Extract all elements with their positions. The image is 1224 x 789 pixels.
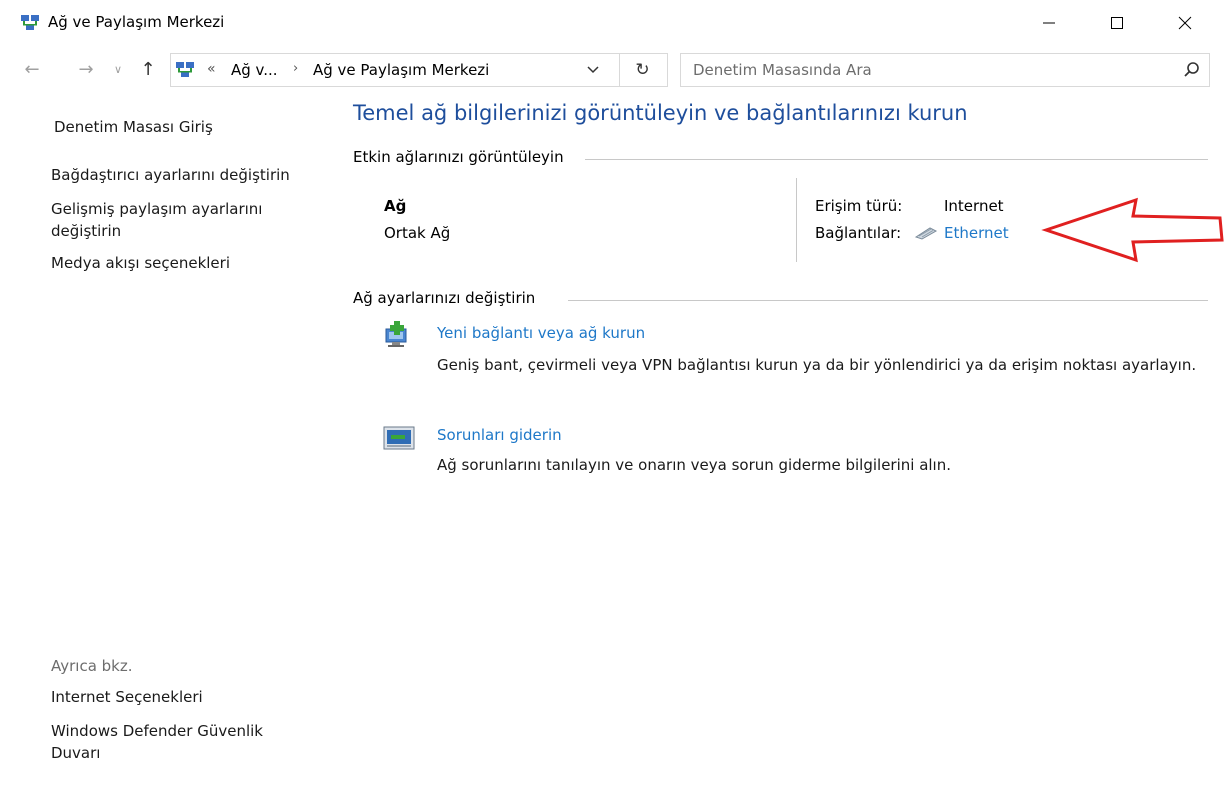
page-title: Temel ağ bilgilerinizi görüntüleyin ve b…	[353, 101, 968, 125]
setup-new-connection-description: Geniş bant, çevirmeli veya VPN bağlantıs…	[437, 356, 1197, 374]
navigation-bar: ← → ∨ ↑ « Ağ v... › Ağ ve Paylaşım Merke…	[0, 46, 1224, 92]
ethernet-connection-link[interactable]: Ethernet	[944, 224, 1009, 242]
recent-locations-button[interactable]: ∨	[108, 54, 128, 84]
access-type-value: Internet	[944, 197, 1004, 215]
defender-firewall-link[interactable]: Windows Defender Güvenlik Duvarı	[51, 720, 301, 764]
change-settings-heading: Ağ ayarlarınızı değiştirin	[353, 289, 536, 307]
red-arrow-icon	[1041, 197, 1224, 263]
setup-new-connection-link[interactable]: Yeni bağlantı veya ağ kurun	[437, 324, 645, 342]
media-streaming-options-link[interactable]: Medya akışı seçenekleri	[51, 252, 321, 274]
address-dropdown-button[interactable]	[573, 54, 613, 86]
maximize-icon	[1111, 17, 1123, 29]
search-box[interactable]: Denetim Masasında Ara	[680, 53, 1210, 87]
left-task-pane: Denetim Masası Giriş Bağdaştırıcı ayarla…	[0, 92, 330, 789]
search-input[interactable]: Denetim Masasında Ara	[693, 61, 872, 79]
network-center-icon	[176, 62, 194, 77]
chevron-down-icon	[587, 66, 599, 74]
back-arrow-icon: ←	[24, 58, 40, 80]
ethernet-icon	[914, 227, 938, 240]
connections-label: Bağlantılar:	[815, 224, 902, 242]
breadcrumb-overflow[interactable]: «	[207, 61, 216, 77]
troubleshoot-problems-description: Ağ sorunlarını tanılayın ve onarın veya …	[437, 456, 951, 474]
advanced-sharing-settings-link[interactable]: Gelişmiş paylaşım ayarlarını değiştirin	[51, 198, 291, 242]
refresh-icon: ↻	[635, 60, 650, 80]
close-button[interactable]	[1160, 0, 1210, 46]
forward-arrow-icon: →	[78, 58, 94, 80]
address-bar[interactable]: « Ağ v... › Ağ ve Paylaşım Merkezi ↻	[170, 53, 668, 87]
access-type-label: Erişim türü:	[815, 197, 903, 215]
troubleshoot-problems-link[interactable]: Sorunları giderin	[437, 426, 562, 444]
chevron-down-icon: ∨	[113, 62, 123, 76]
minimize-button[interactable]	[1024, 0, 1074, 46]
troubleshoot-icon	[383, 426, 415, 450]
active-networks-heading: Etkin ağlarınızı görüntüleyin	[353, 148, 564, 166]
see-also-heading: Ayrıca bkz.	[51, 657, 133, 675]
forward-button[interactable]: →	[72, 54, 100, 84]
internet-options-link[interactable]: Internet Seçenekleri	[51, 686, 321, 708]
window-title: Ağ ve Paylaşım Merkezi	[48, 13, 225, 31]
search-icon[interactable]	[1183, 61, 1201, 79]
up-arrow-icon: ↑	[140, 58, 156, 80]
breadcrumb-network-sharing-center[interactable]: Ağ ve Paylaşım Merkezi	[313, 61, 489, 79]
control-panel-home-link[interactable]: Denetim Masası Giriş	[54, 116, 324, 138]
breadcrumb-separator[interactable]: ›	[293, 61, 298, 76]
section-divider	[585, 159, 1208, 160]
minimize-icon	[1043, 22, 1055, 24]
vertical-divider	[796, 178, 797, 262]
refresh-button[interactable]: ↻	[619, 54, 665, 86]
up-button[interactable]: ↑	[134, 54, 162, 84]
breadcrumb-network[interactable]: Ağ v...	[231, 61, 278, 79]
network-name: Ağ	[384, 197, 407, 215]
new-connection-icon	[385, 321, 407, 347]
close-icon	[1178, 16, 1192, 30]
back-button[interactable]: ←	[18, 54, 46, 84]
network-center-icon	[21, 15, 39, 30]
network-type: Ortak Ağ	[384, 224, 451, 242]
section-divider	[568, 300, 1208, 301]
maximize-button[interactable]	[1092, 0, 1142, 46]
change-adapter-settings-link[interactable]: Bağdaştırıcı ayarlarını değiştirin	[51, 164, 321, 186]
title-bar: Ağ ve Paylaşım Merkezi	[0, 0, 1224, 46]
